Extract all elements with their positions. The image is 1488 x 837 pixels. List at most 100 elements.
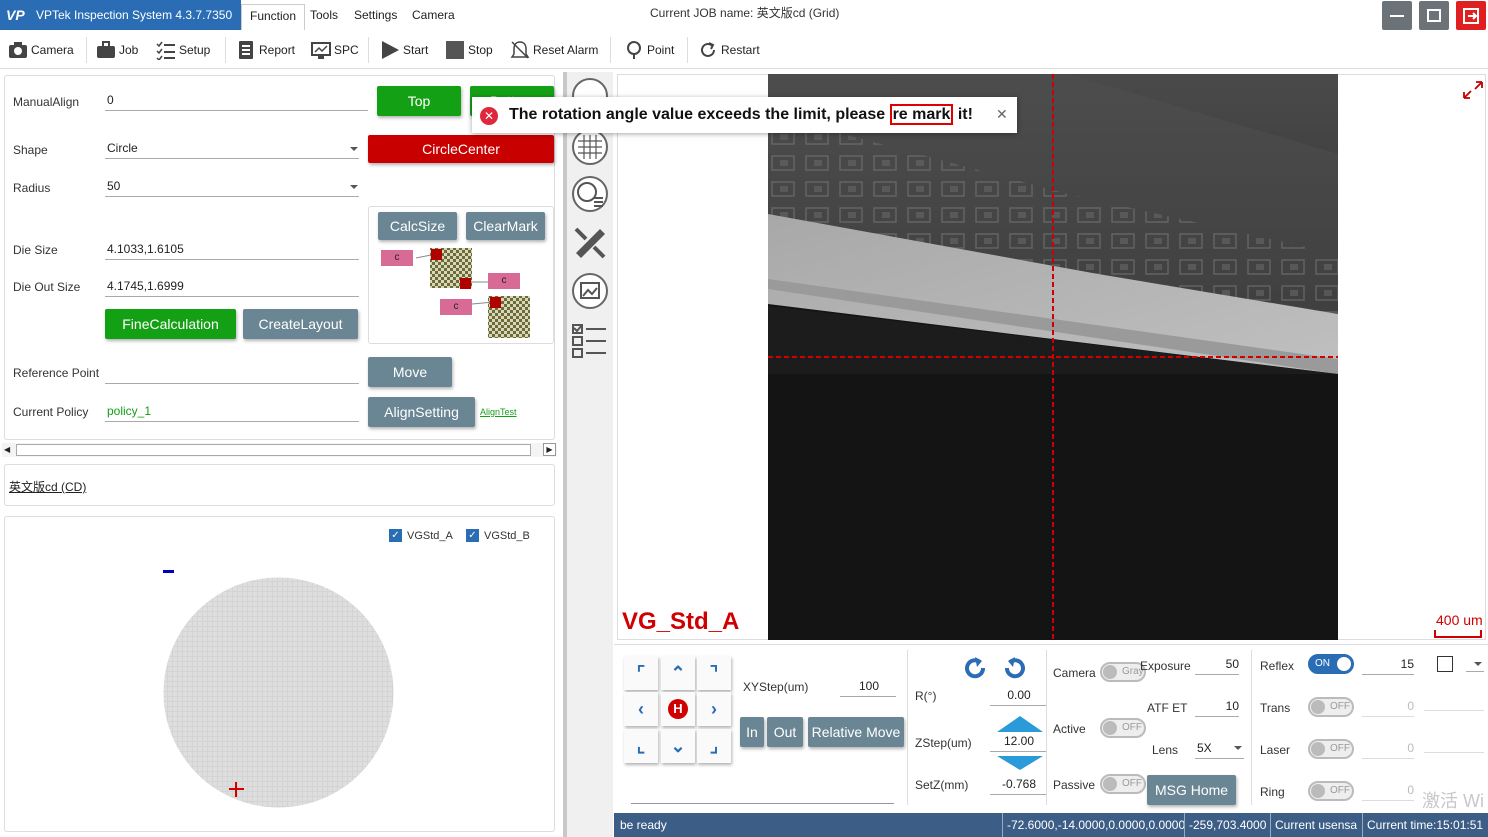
rotate-cw-button[interactable]	[1001, 655, 1027, 681]
laser-select[interactable]	[1424, 752, 1484, 753]
alert-close-icon[interactable]: ✕	[996, 106, 1008, 123]
atf-et-input[interactable]: 10	[1195, 697, 1239, 717]
align-test-link[interactable]: AlignTest	[480, 407, 517, 417]
fullscreen-icon[interactable]	[1462, 80, 1484, 100]
move-up-right-button[interactable]: ⌝	[697, 656, 731, 690]
move-right-button[interactable]: ›	[697, 692, 731, 726]
toolbar-report-button[interactable]: Report	[236, 31, 295, 69]
reflex-select[interactable]	[1466, 660, 1484, 672]
rotate-ccw-button[interactable]	[963, 655, 989, 681]
move-up-left-button[interactable]: ⌜	[624, 656, 658, 690]
top-button[interactable]: Top	[377, 86, 461, 116]
passive-toggle[interactable]: OFF	[1100, 774, 1146, 794]
minimize-button[interactable]	[1382, 1, 1412, 30]
status-position: -259,703.4000	[1184, 813, 1266, 837]
scrollbar-thumb[interactable]	[16, 444, 531, 456]
move-down-right-button[interactable]: ⌟	[697, 729, 731, 763]
setz-input[interactable]: -0.768	[990, 775, 1046, 795]
alert-message-post: it!	[953, 106, 973, 123]
zstep-input[interactable]: 12.00	[990, 732, 1046, 752]
grid-view-icon[interactable]	[572, 129, 608, 165]
laser-toggle[interactable]: OFF	[1308, 739, 1354, 759]
move-left-button[interactable]: ‹	[624, 692, 658, 726]
move-down-left-button[interactable]: ⌞	[624, 729, 658, 763]
menu-function[interactable]: Function	[241, 4, 306, 30]
toolbar-separator	[687, 37, 688, 63]
relative-move-button[interactable]: Relative Move	[808, 717, 904, 747]
menu-settings[interactable]: Settings	[346, 4, 405, 30]
scroll-right-icon[interactable]: ▶	[543, 443, 556, 456]
restart-icon	[701, 42, 715, 57]
trans-input[interactable]: 0	[1362, 697, 1414, 717]
ruler-tools-icon[interactable]	[572, 225, 608, 261]
exposure-input[interactable]: 50	[1195, 655, 1239, 675]
laser-input[interactable]: 0	[1362, 739, 1414, 759]
reflex-toggle[interactable]: ON	[1308, 654, 1354, 674]
reference-point-input[interactable]	[105, 364, 359, 384]
motion-log-input[interactable]	[631, 803, 894, 804]
scroll-left-icon[interactable]: ◀	[4, 445, 14, 455]
wafer-list-icon[interactable]	[572, 176, 608, 212]
fine-calculation-button[interactable]: FineCalculation	[105, 309, 236, 339]
circle-center-button[interactable]: CircleCenter	[368, 135, 554, 163]
checkbox-vgstd-a[interactable]: ✓	[389, 529, 402, 542]
toolbar-stop-button[interactable]: Stop	[445, 31, 493, 69]
reflex-input[interactable]: 15	[1362, 655, 1414, 675]
status-user: Current usensa	[1270, 813, 1357, 837]
wafer-map[interactable]	[163, 577, 394, 808]
xystep-input[interactable]: 100	[840, 677, 896, 697]
maximize-button[interactable]	[1419, 1, 1449, 30]
align-setting-button[interactable]: AlignSetting	[368, 397, 475, 427]
menu-tools[interactable]: Tools	[302, 4, 346, 30]
minimize-icon	[1390, 15, 1404, 17]
toolbar-separator	[610, 37, 611, 63]
clear-mark-button[interactable]: ClearMark	[466, 212, 545, 240]
trans-toggle[interactable]: OFF	[1308, 697, 1354, 717]
create-layout-button[interactable]: CreateLayout	[243, 309, 358, 339]
toolbar-point-button[interactable]: Point	[624, 31, 674, 69]
ring-label: Ring	[1260, 785, 1285, 799]
toolbar-spc-button[interactable]: SPC	[311, 31, 359, 69]
current-policy-input[interactable]: policy_1	[105, 402, 359, 422]
radius-select[interactable]: 50	[105, 177, 359, 197]
zoom-out-button[interactable]: Out	[767, 717, 803, 747]
toolbar-setup-button[interactable]: Setup	[156, 31, 210, 69]
reflex-label: Reflex	[1260, 659, 1295, 673]
die-size-input[interactable]: 4.1033,1.6105	[105, 240, 359, 260]
radius-label: Radius	[13, 181, 51, 195]
manual-align-input[interactable]: 0	[105, 91, 368, 111]
toolbar-start-button[interactable]: Start	[380, 31, 428, 69]
toolbar-job-label: Job	[119, 43, 139, 57]
move-button[interactable]: Move	[368, 357, 452, 387]
active-toggle[interactable]: OFF	[1100, 718, 1146, 738]
toolbar-job-button[interactable]: Job	[96, 31, 138, 69]
toolbar-reset-alarm-button[interactable]: Reset Alarm	[510, 31, 598, 69]
ring-input[interactable]: 0	[1362, 781, 1414, 801]
move-up-button[interactable]: ⌃	[661, 656, 695, 690]
toolbar-camera-button[interactable]: Camera	[8, 31, 74, 69]
msg-home-button[interactable]: MSG Home	[1147, 775, 1236, 805]
status-time: Current time:15:01:51	[1362, 813, 1483, 837]
z-up-button[interactable]	[997, 716, 1043, 732]
menu-camera[interactable]: Camera	[404, 4, 463, 30]
reflex-checkbox[interactable]	[1437, 656, 1453, 672]
die-out-size-input[interactable]: 4.1745,1.6999	[105, 277, 359, 297]
job-panel	[4, 464, 555, 506]
die-size-label: Die Size	[13, 243, 58, 257]
ring-toggle[interactable]: OFF	[1308, 781, 1354, 801]
shape-select[interactable]: Circle	[105, 139, 359, 159]
toolbar-restart-button[interactable]: Restart	[698, 31, 760, 69]
move-down-button[interactable]: ⌄	[661, 729, 695, 763]
home-button[interactable]: H	[661, 692, 695, 726]
calc-size-button[interactable]: CalcSize	[378, 212, 457, 240]
zoom-in-button[interactable]: In	[740, 717, 764, 747]
checklist-side-icon[interactable]	[572, 323, 608, 359]
job-link[interactable]: 英文版cd (CD)	[9, 478, 86, 495]
exit-button[interactable]	[1456, 1, 1486, 30]
rotation-input[interactable]: 0.00	[990, 686, 1046, 706]
image-view-icon[interactable]	[572, 273, 608, 309]
checkbox-vgstd-b[interactable]: ✓	[466, 529, 479, 542]
trans-select[interactable]	[1424, 710, 1484, 711]
monitor-icon	[311, 42, 331, 59]
z-down-button[interactable]	[997, 756, 1043, 770]
